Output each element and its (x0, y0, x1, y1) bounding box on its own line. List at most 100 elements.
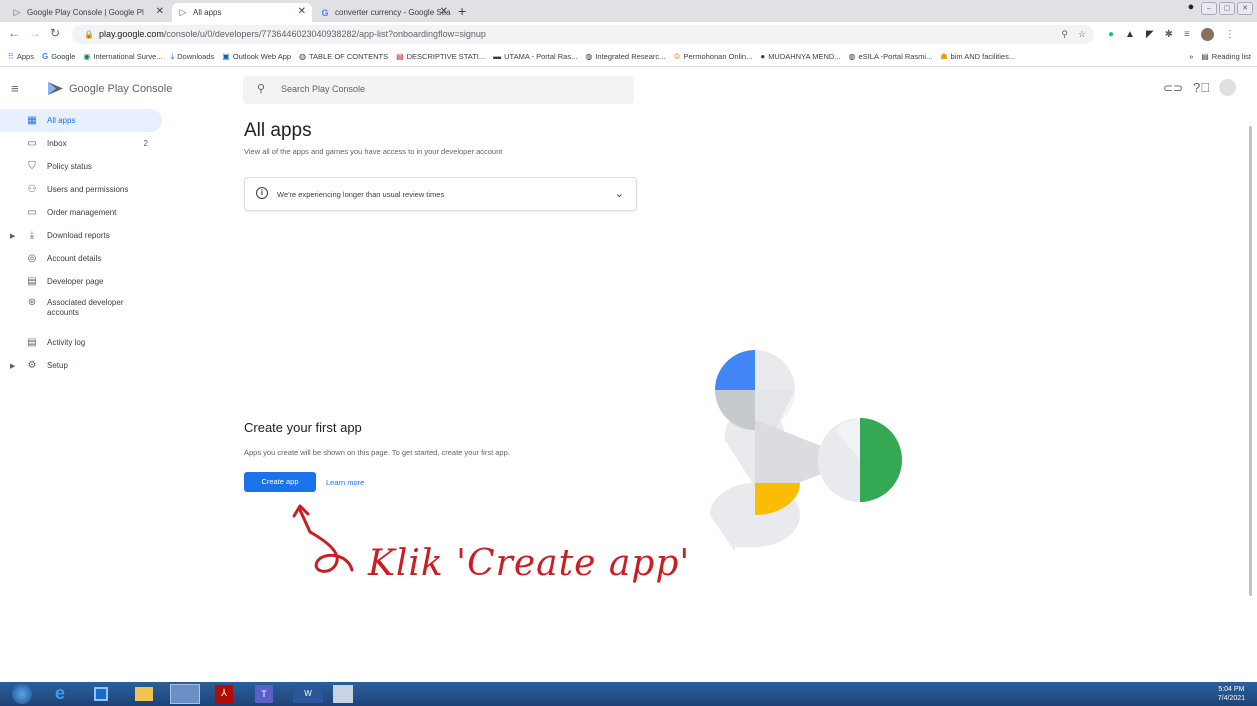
bookmark-downloads[interactable]: ⤓ Downloads (171, 52, 215, 62)
search-icon: ⚲ (257, 83, 266, 95)
close-tab-icon[interactable]: ✕ (440, 6, 448, 17)
lock-icon: 🔒 (84, 30, 94, 39)
address-bar[interactable]: 🔒 play.google.com/console/u/0/developers/… (72, 25, 1094, 44)
zoom-icon[interactable]: ⚲ (1061, 25, 1068, 44)
link-icon[interactable]: ⊂⊃ (1163, 81, 1183, 95)
sidebar-item-account-details[interactable]: ◎ Account details (0, 247, 162, 270)
sidebar-item-developer-page[interactable]: ▤ Developer page (0, 270, 162, 293)
survey-icon: ◉ (83, 52, 91, 61)
bookmark-intl-survey[interactable]: ◉ International Surve... (83, 52, 162, 61)
media-player-icon[interactable] (94, 687, 108, 701)
google-icon: G (41, 52, 49, 61)
close-tab-icon[interactable]: ✕ (156, 6, 164, 17)
start-button[interactable] (12, 684, 32, 704)
tab-label: All apps (193, 8, 222, 17)
review-times-notice[interactable]: i We're experiencing longer than usual r… (244, 177, 637, 211)
extension-icon[interactable]: ◤ (1146, 29, 1154, 40)
help-icon[interactable]: ?⃝ (1193, 80, 1210, 95)
shield-icon: ⛉ (28, 160, 36, 172)
paint-icon[interactable] (333, 685, 353, 703)
puzzle-icon[interactable]: ✱ (1165, 29, 1173, 40)
grid-icon: ▦ (27, 114, 37, 126)
bookmark-star-icon[interactable]: ☆ (1078, 25, 1086, 44)
bookmark-descriptive[interactable]: ▤ DESCRIPTIVE STATI... (396, 52, 485, 61)
expand-caret-icon[interactable]: ▶ (10, 362, 15, 370)
play-console-icon: ▷ (179, 7, 187, 17)
sidebar-item-policy-status[interactable]: ⛉ Policy status (0, 155, 162, 178)
url-path: /console/u/0/developers/7736446023040938… (163, 29, 486, 39)
link-accounts-icon: ⊛ (27, 297, 37, 308)
bookmark-mudahnya[interactable]: ● MUDAHNYA MEND... (760, 52, 840, 61)
reload-icon[interactable]: ↻ (50, 26, 60, 40)
sidebar-item-order-management[interactable]: ▭ Order management (0, 201, 162, 224)
page-title: All apps (244, 120, 312, 141)
inbox-count-badge: 2 (143, 139, 148, 148)
header-actions: ⊂⊃ ?⃝ (1163, 79, 1248, 100)
expand-caret-icon[interactable]: ▶ (10, 232, 15, 240)
acrobat-icon[interactable]: ⅄ (215, 685, 233, 703)
bookmark-apps[interactable]: ⠿ Apps (8, 52, 34, 61)
teams-icon[interactable]: T (255, 685, 273, 703)
account-avatar[interactable] (1219, 79, 1236, 96)
grammarly-icon[interactable]: ● (1108, 29, 1114, 40)
chrome-taskbar-button[interactable] (170, 684, 200, 704)
close-tab-icon[interactable]: ✕ (298, 6, 306, 17)
tab-converter[interactable]: G converter currency - Google Sea ✕ (314, 3, 454, 22)
profile-avatar[interactable] (1200, 27, 1214, 41)
search-input[interactable]: ⚲ Search Play Console (243, 76, 634, 104)
circle-icon: ● (760, 52, 766, 61)
menu-kebab-icon[interactable]: ⋮ (1225, 29, 1235, 40)
bookmark-google[interactable]: G Google (42, 52, 75, 61)
app-header: ≡ Google Play Console ⚲ Search Play Cons… (0, 68, 1257, 112)
sidebar-item-activity-log[interactable]: ▤ Activity log (0, 331, 162, 354)
close-window-icon[interactable]: ✕ (1237, 2, 1253, 15)
media-icon[interactable]: ≡ (1184, 29, 1190, 40)
sidebar-item-download-reports[interactable]: ▶ ⤓ Download reports (0, 224, 162, 247)
reading-list-button[interactable]: ▤ Reading list (1201, 52, 1251, 61)
portal-icon: ▬ (493, 52, 502, 61)
new-tab-icon[interactable]: + (458, 3, 466, 19)
bookmark-esila[interactable]: ◍ eSILA -Portal Rasmi... (849, 52, 933, 61)
create-app-button[interactable]: Create app (244, 472, 316, 492)
chevron-down-icon[interactable]: ⌄ (615, 187, 624, 200)
explorer-icon[interactable] (135, 687, 153, 701)
page-scrollbar[interactable] (1249, 126, 1252, 596)
bookmark-bim[interactable]: ☗ bim AND facilities... (940, 52, 1015, 61)
minimize-icon[interactable]: – (1201, 2, 1217, 15)
bookmark-toc[interactable]: ◍ TABLE OF CONTENTS (299, 52, 388, 61)
sidebar-item-associated-accounts[interactable]: ⊛ Associated developer accounts (0, 293, 162, 323)
search-placeholder: Search Play Console (281, 84, 366, 94)
tab-label: converter currency - Google Sea (335, 8, 451, 17)
hamburger-menu-icon[interactable]: ≡ (11, 81, 19, 96)
more-bookmarks-icon[interactable]: » (1189, 52, 1193, 61)
sidebar: ▦ All apps ▭ Inbox 2 ⛉ Policy status ⚇ U… (0, 108, 170, 408)
word-icon[interactable]: W (293, 685, 323, 703)
learn-more-link[interactable]: Learn more (326, 478, 364, 487)
tab-play-console[interactable]: ▷ Google Play Console | Google Pl ✕ (6, 3, 170, 22)
annotation-arrow-icon (292, 504, 354, 573)
window-controls: ● – ▢ ✕ (1183, 2, 1253, 15)
extension-icon[interactable]: ▲ (1125, 29, 1135, 40)
gear-icon: ⚙ (27, 359, 37, 371)
tab-all-apps[interactable]: ▷ All apps ✕ (172, 3, 312, 22)
sidebar-item-users-permissions[interactable]: ⚇ Users and permissions (0, 178, 162, 201)
sidebar-item-inbox[interactable]: ▭ Inbox 2 (0, 132, 162, 155)
maximize-icon[interactable]: ▢ (1219, 2, 1235, 15)
profile-dot-icon[interactable]: ● (1183, 2, 1199, 15)
document-icon: ▤ (396, 52, 404, 61)
sidebar-item-setup[interactable]: ▶ ⚙ Setup (0, 354, 162, 377)
app-logo-text[interactable]: Google Play Console (69, 83, 172, 95)
system-clock[interactable]: 5:04 PM 7/4/2021 (1218, 685, 1245, 703)
sidebar-item-all-apps[interactable]: ▦ All apps (0, 109, 162, 132)
bookmark-permohonan[interactable]: ♔ Permohonan Onlin... (673, 52, 752, 61)
bookmark-integrated[interactable]: ◍ Integrated Researc... (585, 52, 665, 61)
forward-icon[interactable]: → (29, 26, 41, 40)
windows-taskbar: e ⅄ T W 5:04 PM 7/4/2021 (0, 682, 1257, 706)
ie-icon[interactable]: e (55, 683, 65, 704)
bookmark-outlook[interactable]: ▣ Outlook Web App (222, 52, 291, 61)
tab-label: Google Play Console | Google Pl (27, 8, 144, 17)
browser-toolbar: ← → ↻ 🔒 play.google.com/console/u/0/devel… (0, 22, 1257, 47)
globe-icon: ◍ (299, 52, 307, 61)
bookmark-utama[interactable]: ▬ UTAMA - Portal Ras... (493, 52, 577, 61)
back-icon[interactable]: ← (8, 26, 20, 40)
